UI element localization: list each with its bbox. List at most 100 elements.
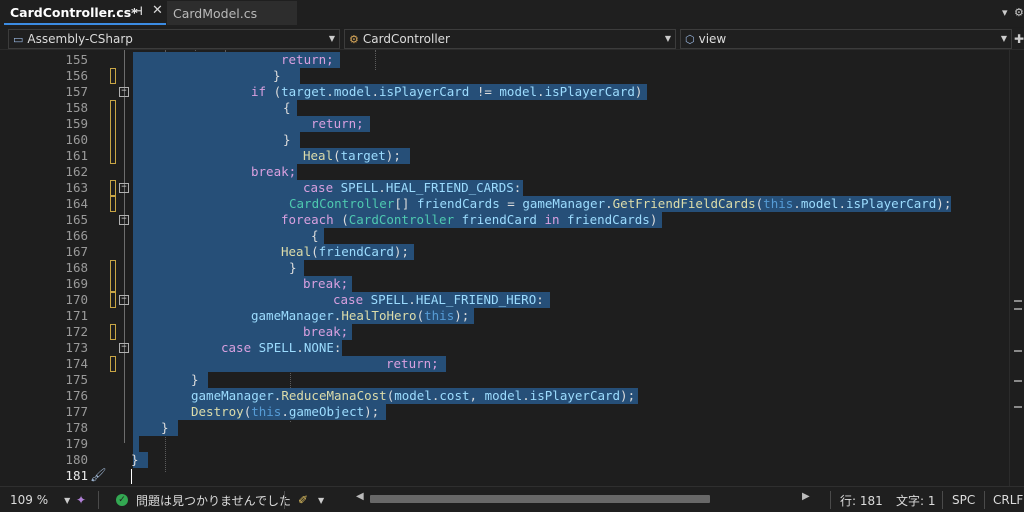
check-circle-icon: ✓ — [116, 494, 128, 506]
code-text: if (target.model.isPlayerCard != model.i… — [251, 84, 643, 99]
code-line: 162 break; — [0, 164, 1009, 180]
collapse-icon[interactable]: − — [119, 295, 129, 305]
navigation-bar: ▭ Assembly-CSharp ▼ ⚙ CardController ▼ ⬡… — [0, 28, 1024, 50]
chevron-down-icon[interactable]: ▼ — [318, 492, 324, 508]
line-number: 158 — [65, 100, 88, 115]
csharp-project-icon: ▭ — [13, 32, 24, 46]
collapse-icon[interactable]: − — [119, 183, 129, 193]
code-text: case SPELL.HEAL_FRIEND_CARDS: — [303, 180, 522, 195]
code-cleanup-brush-icon[interactable]: ✐ — [298, 492, 308, 508]
line-number: 162 — [65, 164, 88, 179]
change-marker — [110, 196, 116, 212]
line-number: 181 — [65, 468, 88, 483]
code-line: 159 return; — [0, 116, 1009, 132]
line-ending-indicator[interactable]: CRLF — [993, 492, 1023, 508]
selection-highlight — [133, 132, 300, 148]
scroll-left-icon[interactable]: ◀ — [356, 491, 364, 502]
project-label: Assembly-CSharp — [27, 32, 133, 46]
split-icon[interactable]: ✚ — [1014, 32, 1024, 46]
class-dropdown[interactable]: ⚙ CardController ▼ — [344, 29, 676, 49]
divider — [830, 491, 831, 509]
code-editor[interactable]: 155 return; 156 } 157 − if (target.model… — [0, 50, 1009, 486]
code-text: } — [131, 452, 139, 467]
line-number: 163 — [65, 180, 88, 195]
horizontal-scrollbar[interactable]: ◀ ▶ — [354, 491, 814, 504]
line-number: 175 — [65, 372, 88, 387]
code-line: 178 } — [0, 420, 1009, 436]
divider — [284, 491, 285, 509]
change-marker — [110, 292, 116, 308]
scrollbar-thumb[interactable] — [370, 495, 710, 503]
vertical-scrollbar[interactable] — [1009, 50, 1024, 486]
tab-cardmodel[interactable]: CardModel.cs — [167, 1, 297, 25]
scroll-right-icon[interactable]: ▶ — [802, 491, 810, 502]
code-line: 181 🖌 — [0, 468, 1009, 484]
code-text: case SPELL.HEAL_FRIEND_HERO: — [333, 292, 544, 307]
line-indicator[interactable]: 行: 181 — [840, 492, 883, 508]
scroll-marker — [1014, 406, 1022, 408]
line-number: 178 — [65, 420, 88, 435]
project-dropdown[interactable]: ▭ Assembly-CSharp ▼ — [8, 29, 340, 49]
selection-highlight — [133, 100, 297, 116]
line-number: 173 — [65, 340, 88, 355]
code-line: 164 CardController[] friendCards = gameM… — [0, 196, 1009, 212]
code-line: 171 gameManager.HealToHero(this); — [0, 308, 1009, 324]
scroll-marker — [1014, 300, 1022, 302]
line-number: 176 — [65, 388, 88, 403]
zoom-level: 109 % — [10, 493, 49, 507]
code-line: 180 } — [0, 452, 1009, 468]
code-line: 157 − if (target.model.isPlayerCard != m… — [0, 84, 1009, 100]
scroll-marker — [1014, 308, 1022, 310]
selection-highlight — [133, 436, 139, 452]
collapse-icon[interactable]: − — [119, 343, 129, 353]
chevron-down-icon: ▼ — [664, 34, 671, 43]
line-number: 157 — [65, 84, 88, 99]
tab-cardcontroller[interactable]: CardController.cs* ⊣ ✕ — [4, 1, 166, 25]
change-marker — [110, 356, 116, 372]
settings-icon[interactable]: ⚙ — [1014, 6, 1024, 19]
line-number: 166 — [65, 228, 88, 243]
scroll-marker — [1014, 350, 1022, 352]
line-number: 161 — [65, 148, 88, 163]
change-marker — [110, 68, 116, 84]
quick-actions-brush-icon[interactable]: 🖌 — [90, 468, 107, 483]
code-line: 166 { — [0, 228, 1009, 244]
line-number: 160 — [65, 132, 88, 147]
line-number: 156 — [65, 68, 88, 83]
tab-label: CardModel.cs — [173, 5, 258, 21]
column-indicator[interactable]: 文字: 1 — [896, 492, 936, 508]
close-icon[interactable]: ✕ — [152, 3, 163, 18]
code-line: 170 − case SPELL.HEAL_FRIEND_HERO: — [0, 292, 1009, 308]
whitespace-indicator[interactable]: SPC — [952, 492, 975, 508]
code-text: break; — [303, 276, 349, 291]
line-number: 169 — [65, 276, 88, 291]
line-number: 174 — [65, 356, 88, 371]
collapse-icon[interactable]: − — [119, 87, 129, 97]
line-number: 170 — [65, 292, 88, 307]
tab-dropdown-icon[interactable]: ▾ — [1002, 6, 1008, 19]
code-text: return; — [386, 356, 439, 371]
code-line: 177 Destroy(this.gameObject); — [0, 404, 1009, 420]
code-text: Destroy(this.gameObject); — [191, 404, 380, 419]
issues-indicator[interactable]: ✓ 問題は見つかりませんでした — [116, 492, 291, 508]
selection-highlight — [133, 420, 178, 436]
pin-icon[interactable]: ⊣ — [132, 4, 143, 18]
member-dropdown[interactable]: ⬡ view ▼ — [680, 29, 1012, 49]
code-line: 179 — [0, 436, 1009, 452]
class-label: CardController — [362, 32, 450, 46]
text-cursor — [131, 469, 132, 484]
line-number: 168 — [65, 260, 88, 275]
collapse-icon[interactable]: − — [119, 215, 129, 225]
code-text: Heal(friendCard); — [281, 244, 409, 259]
class-icon: ⚙ — [349, 32, 359, 46]
code-line: 160 } — [0, 132, 1009, 148]
selection-highlight — [133, 260, 304, 276]
code-text: } — [161, 420, 169, 435]
divider — [984, 491, 985, 509]
code-text: } — [283, 132, 291, 147]
zoom-dropdown[interactable]: 109 % ▼ — [10, 492, 72, 508]
code-line: 176 gameManager.ReduceManaCost(model.cos… — [0, 388, 1009, 404]
code-line: 161 Heal(target); — [0, 148, 1009, 164]
copilot-icon[interactable]: ✦ — [76, 492, 86, 508]
code-line: 158 { — [0, 100, 1009, 164]
